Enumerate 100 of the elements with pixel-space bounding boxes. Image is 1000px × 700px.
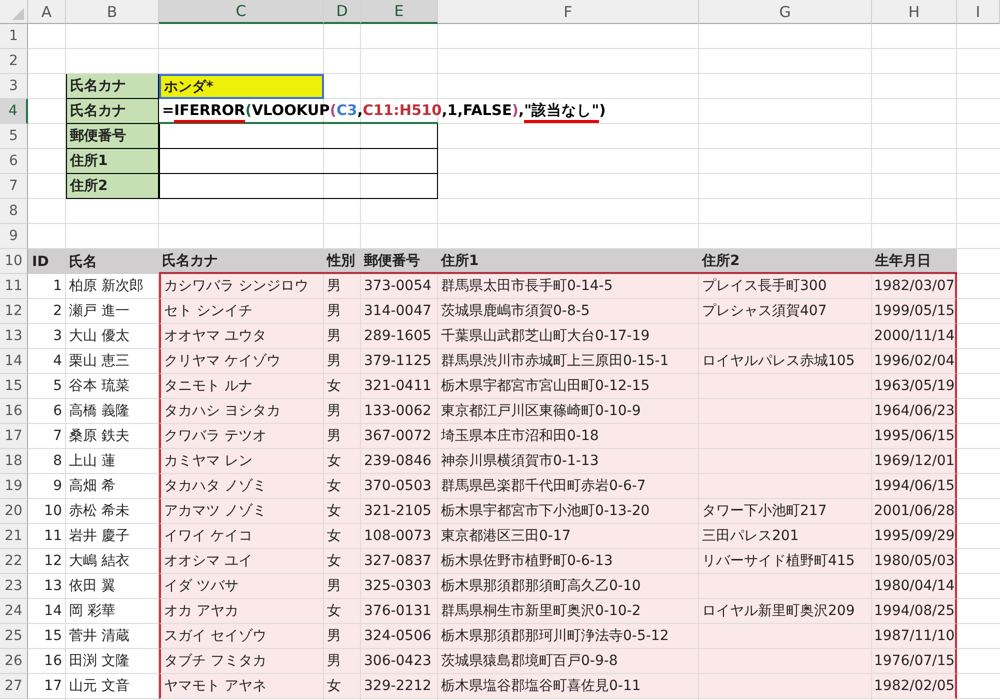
row-header[interactable]: 26 <box>0 649 28 674</box>
row-header[interactable]: 22 <box>0 549 28 574</box>
table-cell: 325-0303 <box>361 574 438 599</box>
table-cell: 1980/05/03 <box>872 549 957 574</box>
table-cell: 1999/05/15 <box>872 299 957 324</box>
row-header[interactable]: 8 <box>0 199 28 224</box>
row-header[interactable]: 21 <box>0 524 28 549</box>
table-cell: 男 <box>324 574 361 599</box>
table-header: 住所2 <box>699 249 872 274</box>
column-header[interactable]: C <box>159 0 324 24</box>
table-cell: 1994/08/25 <box>872 599 957 624</box>
table-cell: 1964/06/23 <box>872 399 957 424</box>
row-header[interactable]: 5 <box>0 124 28 149</box>
column-header[interactable]: E <box>361 0 438 24</box>
table-header: 性別 <box>324 249 361 274</box>
table-cell: クリヤマ ケイゾウ <box>159 349 324 374</box>
row-header[interactable]: 4 <box>0 99 28 124</box>
table-cell: オオシマ ユイ <box>159 549 324 574</box>
row-header[interactable]: 2 <box>0 49 28 74</box>
table-cell: 栃木県宇都宮市下小池町0-13-20 <box>438 499 699 524</box>
table-header: ID <box>28 249 66 274</box>
table-cell: タカハタ ノゾミ <box>159 474 324 499</box>
table-cell: 306-0423 <box>361 649 438 674</box>
table-cell: 男 <box>324 399 361 424</box>
table-cell: 1982/02/05 <box>872 674 957 699</box>
table-cell: アカマツ ノゾミ <box>159 499 324 524</box>
row-header[interactable]: 10 <box>0 249 28 274</box>
table-cell: ロイヤル新里町奥沢209 <box>699 599 872 624</box>
table-cell: タニモト ルナ <box>159 374 324 399</box>
table-cell: 男 <box>324 424 361 449</box>
table-cell: 327-0837 <box>361 549 438 574</box>
table-cell: 栃木県宇都宮市宮山田町0-12-15 <box>438 374 699 399</box>
row-header[interactable]: 14 <box>0 349 28 374</box>
row-header[interactable]: 3 <box>0 74 28 99</box>
table-cell: 133-0062 <box>361 399 438 424</box>
table-cell: 群馬県桐生市新里町奥沢0-10-2 <box>438 599 699 624</box>
table-cell: 男 <box>324 649 361 674</box>
table-cell: 2001/06/28 <box>872 499 957 524</box>
table-cell: 1995/06/15 <box>872 424 957 449</box>
table-cell: 1994/06/15 <box>872 474 957 499</box>
column-header[interactable]: A <box>28 0 66 24</box>
table-cell: 東京都港区三田0-17 <box>438 524 699 549</box>
column-header[interactable]: H <box>872 0 957 24</box>
row-header[interactable]: 13 <box>0 324 28 349</box>
row-header[interactable]: 17 <box>0 424 28 449</box>
row-header[interactable]: 19 <box>0 474 28 499</box>
table-cell: 379-1125 <box>361 349 438 374</box>
form-label: 住所2 <box>66 174 159 199</box>
table-cell: イワイ ケイコ <box>159 524 324 549</box>
table-cell: 1982/03/07 <box>872 274 957 299</box>
row-header[interactable]: 12 <box>0 299 28 324</box>
form-label: 郵便番号 <box>66 124 159 149</box>
row-header[interactable]: 18 <box>0 449 28 474</box>
table-cell: タカハシ ヨシタカ <box>159 399 324 424</box>
input-cell[interactable]: ホンダ* <box>159 74 324 99</box>
row-header[interactable]: 11 <box>0 274 28 299</box>
table-cell: 埼玉県本庄市沼和田0-18 <box>438 424 699 449</box>
table-cell: セト シンイチ <box>159 299 324 324</box>
table-cell: オオヤマ ユウタ <box>159 324 324 349</box>
formula-text: =IFERROR(VLOOKUP(C3,C11:H510,1,FALSE),"該当なし") <box>162 101 606 120</box>
table-cell: 367-0072 <box>361 424 438 449</box>
table-cell: 栃木県那須郡那珂川町浄法寺0-5-12 <box>438 624 699 649</box>
table-cell: 男 <box>324 274 361 299</box>
row-header[interactable]: 24 <box>0 599 28 624</box>
column-header[interactable]: D <box>324 0 361 24</box>
table-cell: 370-0503 <box>361 474 438 499</box>
row-header[interactable]: 16 <box>0 399 28 424</box>
row-header[interactable]: 1 <box>0 24 28 49</box>
row-header[interactable]: 27 <box>0 674 28 699</box>
row-header[interactable]: 7 <box>0 174 28 199</box>
column-header[interactable]: B <box>66 0 159 24</box>
table-cell: 329-2212 <box>361 674 438 699</box>
column-header[interactable]: G <box>699 0 872 24</box>
row-header[interactable]: 9 <box>0 224 28 249</box>
table-header: 生年月日 <box>872 249 957 274</box>
row-header[interactable]: 6 <box>0 149 28 174</box>
row-header[interactable]: 25 <box>0 624 28 649</box>
table-cell: タワー下小池町217 <box>699 499 872 524</box>
table-cell: 女 <box>324 449 361 474</box>
table-cell: 女 <box>324 474 361 499</box>
select-all-icon[interactable] <box>12 8 24 20</box>
table-cell: 1969/12/01 <box>872 449 957 474</box>
column-header[interactable]: F <box>438 0 699 24</box>
table-cell: 男 <box>324 324 361 349</box>
table-cell: 茨城県猿島郡境町百戸0-9-8 <box>438 649 699 674</box>
table-cell: タブチ フミタカ <box>159 649 324 674</box>
row-header[interactable]: 20 <box>0 499 28 524</box>
table-cell: 千葉県山武郡芝山町大台0-17-19 <box>438 324 699 349</box>
table-cell: 三田パレス201 <box>699 524 872 549</box>
table-cell: 茨城県鹿嶋市須賀0-8-5 <box>438 299 699 324</box>
table-cell: 1976/07/15 <box>872 649 957 674</box>
table-cell: 324-0506 <box>361 624 438 649</box>
column-header[interactable]: I <box>957 0 1000 24</box>
row-header[interactable]: 15 <box>0 374 28 399</box>
row-header[interactable]: 23 <box>0 574 28 599</box>
table-cell: 1980/04/14 <box>872 574 957 599</box>
table-cell: 女 <box>324 374 361 399</box>
table-cell: 1996/02/04 <box>872 349 957 374</box>
table-cell: 108-0073 <box>361 524 438 549</box>
table-cell: 1995/09/29 <box>872 524 957 549</box>
